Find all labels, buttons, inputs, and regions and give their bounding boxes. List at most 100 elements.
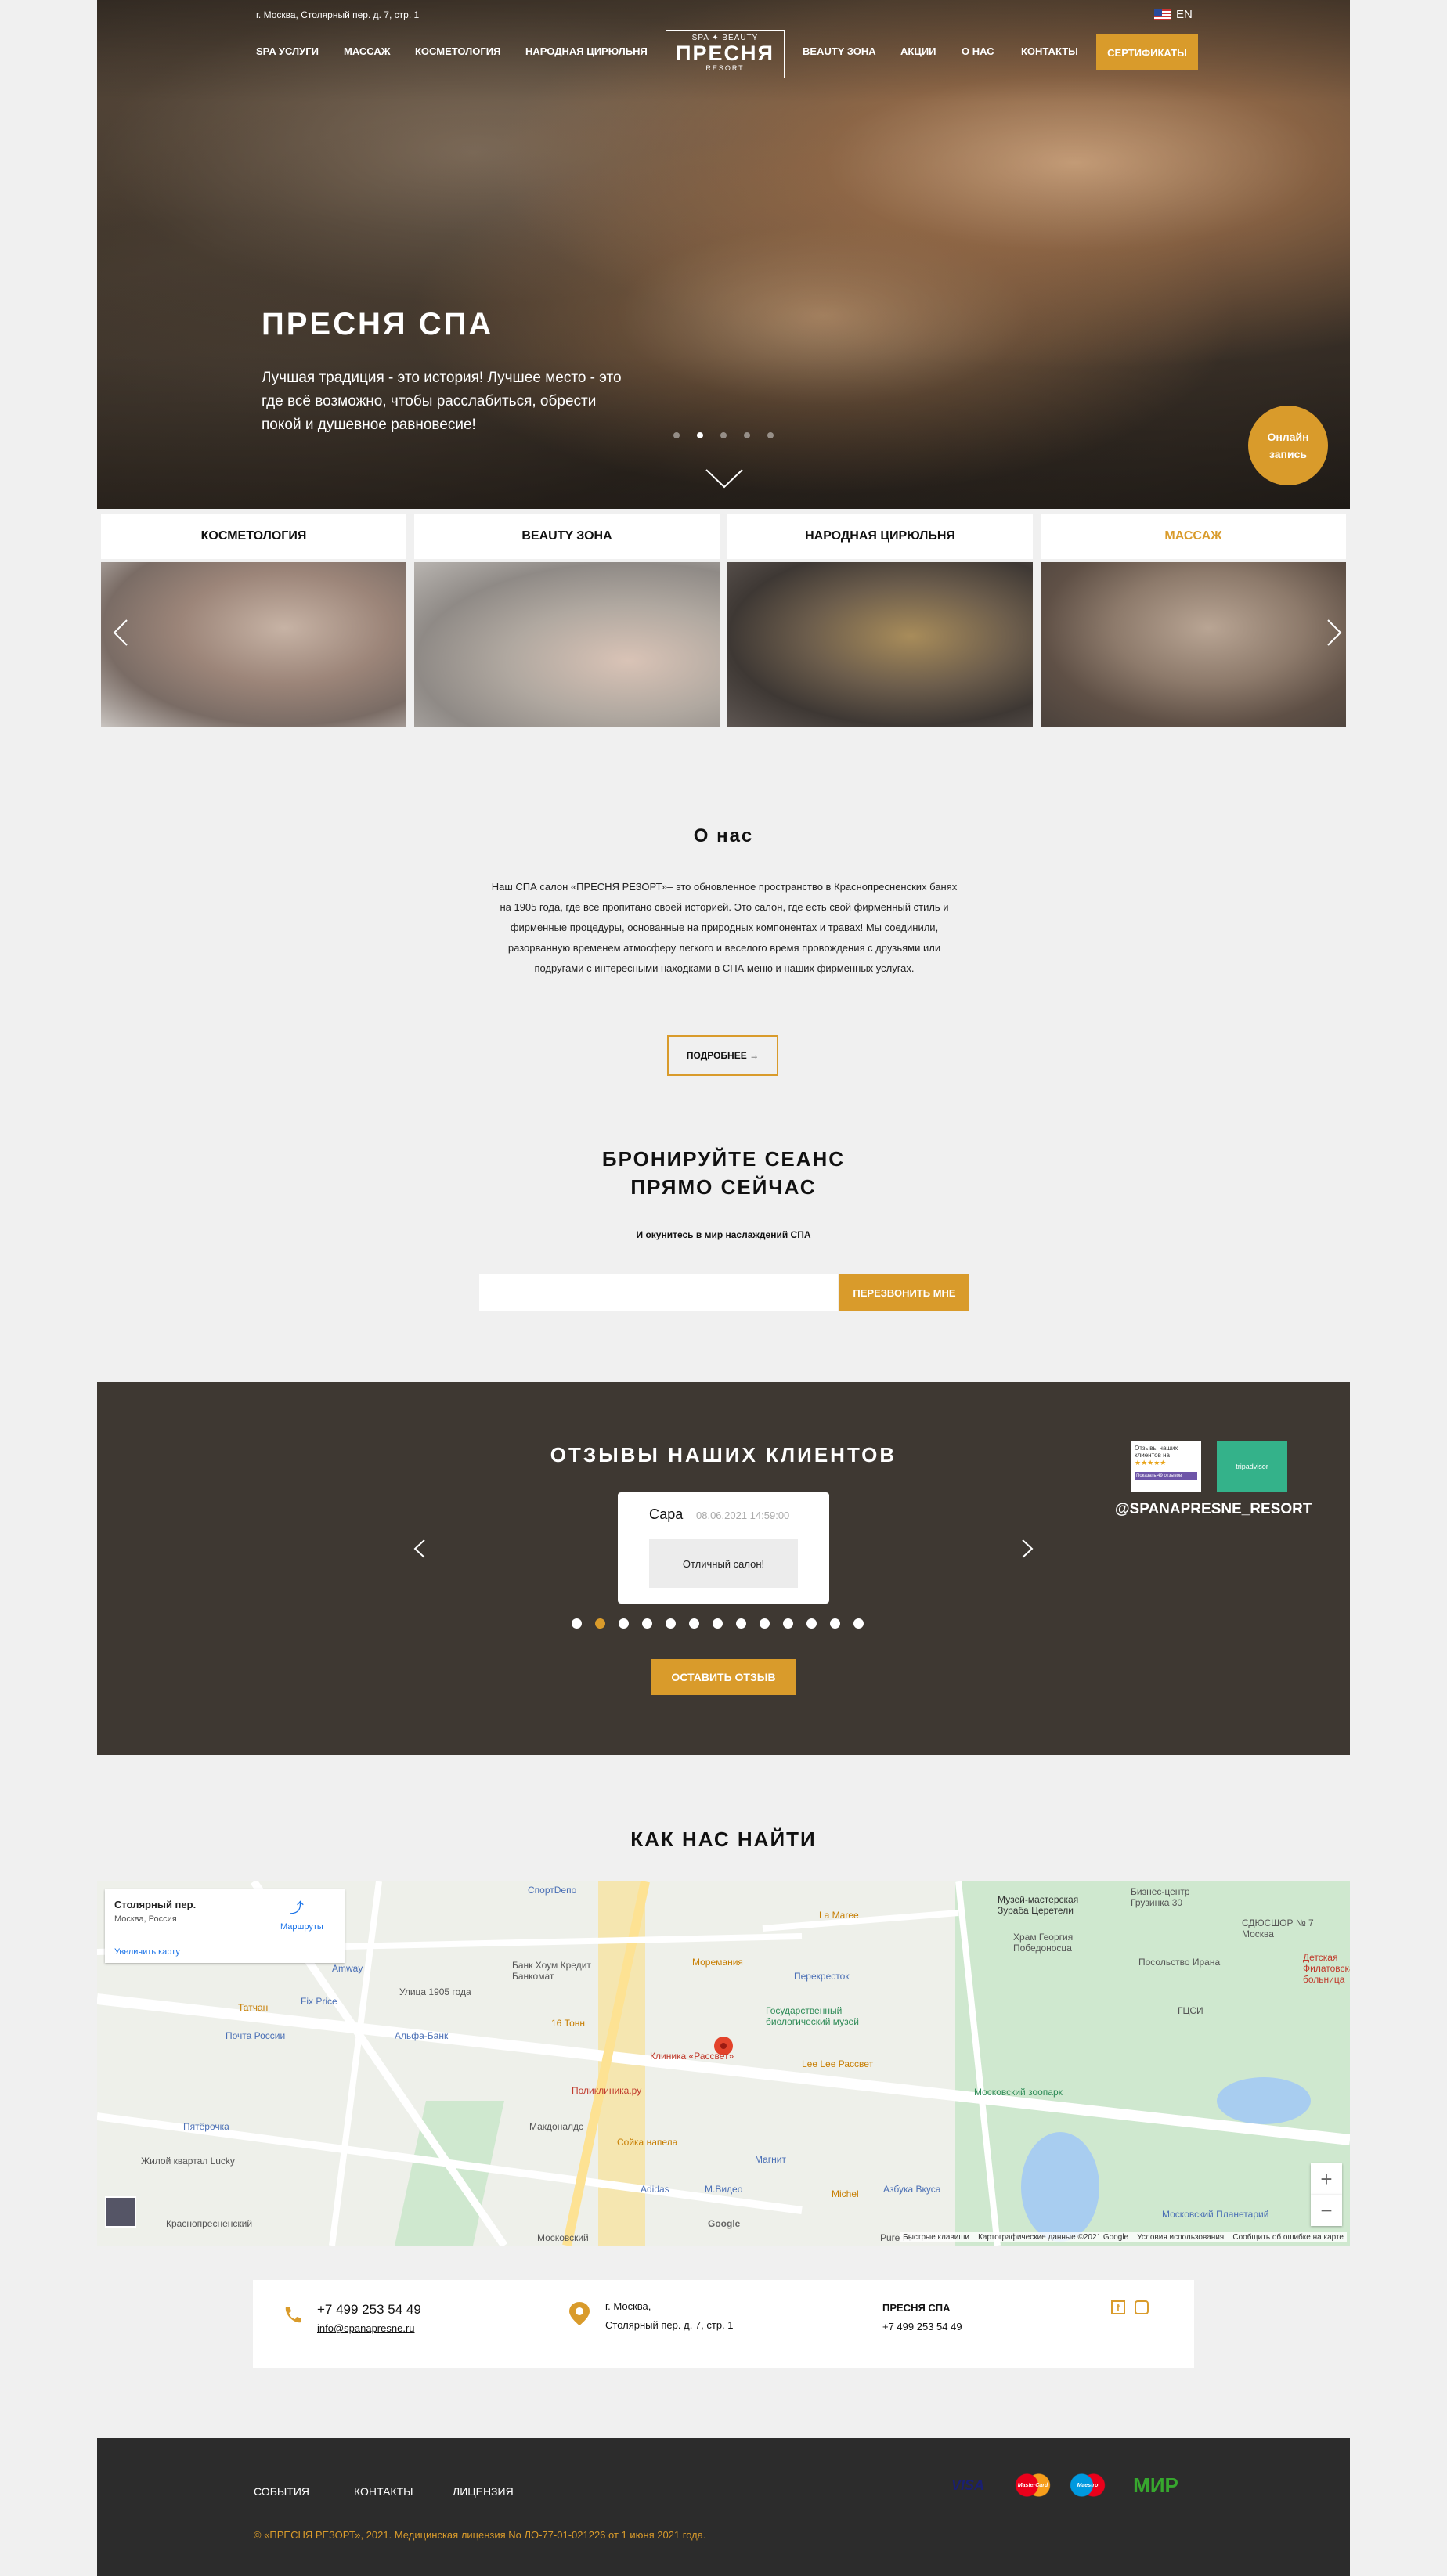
map-label[interactable]: 16 Тонн <box>551 2018 585 2029</box>
map-label[interactable]: Пятёрочка <box>183 2121 229 2132</box>
review-dot-active[interactable] <box>595 1618 605 1629</box>
map-label[interactable]: Магнит <box>755 2154 786 2165</box>
review-dot[interactable] <box>806 1618 817 1629</box>
directions-link[interactable]: Маршруты <box>280 1922 323 1932</box>
map-shortcuts[interactable]: Быстрые клавиши <box>903 2233 969 2242</box>
slider-dot[interactable] <box>673 432 680 438</box>
facebook-icon[interactable]: f <box>1111 2300 1125 2314</box>
review-dot[interactable] <box>760 1618 770 1629</box>
zoom-in-button[interactable]: + <box>1311 2163 1342 2195</box>
map-label[interactable]: Бизнес-центр Грузинка 30 <box>1131 1886 1225 1908</box>
footer-events-link[interactable]: СОБЫТИЯ <box>254 2485 309 2498</box>
scroll-down-icon[interactable] <box>705 467 744 490</box>
map-label[interactable]: Альфа-Банк <box>395 2030 448 2041</box>
footer-contacts-link[interactable]: КОНТАКТЫ <box>354 2485 413 2498</box>
nav-contacts[interactable]: КОНТАКТЫ <box>1021 45 1078 57</box>
contact-brand-phone[interactable]: +7 499 253 54 49 <box>882 2321 962 2332</box>
review-dot[interactable] <box>619 1618 629 1629</box>
enlarge-map-link[interactable]: Увеличить карту <box>114 1947 180 1957</box>
review-dot[interactable] <box>713 1618 723 1629</box>
slider-dot[interactable] <box>744 432 750 438</box>
map-label[interactable]: Посольство Ирана <box>1138 1957 1220 1968</box>
map-label[interactable]: Московский зоопарк <box>974 2087 1063 2098</box>
phone-input[interactable] <box>479 1274 838 1311</box>
nav-spa-services[interactable]: SPA УСЛУГИ <box>256 45 319 57</box>
map-label[interactable]: Краснопресненский <box>166 2218 252 2229</box>
category-card-beauty[interactable]: BEAUTY ЗОНА <box>414 514 720 730</box>
slider-dot-active[interactable] <box>697 432 703 438</box>
category-card-cosmetology[interactable]: КОСМЕТОЛОГИЯ <box>101 514 406 730</box>
map-label[interactable]: La Maree <box>819 1910 859 1921</box>
map-label[interactable]: Поликлиника.ру <box>572 2085 641 2096</box>
map-label[interactable]: Amway <box>332 1963 363 1974</box>
reviews-next-icon[interactable] <box>1021 1539 1034 1559</box>
map-label[interactable]: Макдоналдс <box>529 2121 583 2132</box>
reviews-badge[interactable]: Отзывы наших клиентов на ★★★★★ Показать … <box>1131 1441 1201 1492</box>
map-label[interactable]: Музей-мастерская Зураба Церетели <box>998 1894 1099 1916</box>
nav-massage[interactable]: МАССАЖ <box>344 45 390 57</box>
carousel-prev-icon[interactable] <box>113 619 128 647</box>
map-report[interactable]: Сообщить об ошибке на карте <box>1232 2233 1344 2242</box>
map-label[interactable]: М.Видео <box>705 2184 742 2195</box>
map-label[interactable]: Lee Lee Рассвет <box>802 2058 873 2069</box>
review-dot[interactable] <box>642 1618 652 1629</box>
zoom-out-button[interactable]: − <box>1311 2195 1342 2226</box>
slider-dot[interactable] <box>767 432 774 438</box>
category-card-barbershop[interactable]: НАРОДНАЯ ЦИРЮЛЬНЯ <box>727 514 1033 730</box>
category-card-massage[interactable]: МАССАЖ <box>1041 514 1346 730</box>
review-dot[interactable] <box>853 1618 864 1629</box>
certificates-button[interactable]: СЕРТИФИКАТЫ <box>1096 34 1198 70</box>
map-label[interactable]: Государственный биологический музей <box>766 2005 860 2027</box>
review-dot[interactable] <box>736 1618 746 1629</box>
map-label[interactable]: Michel <box>832 2188 859 2199</box>
map-label[interactable]: Моремания <box>692 1957 743 1968</box>
language-switch[interactable]: EN <box>1154 8 1193 21</box>
map-label[interactable]: Банк Хоум Кредит Банкомат <box>512 1960 614 1982</box>
directions-icon[interactable]: ⤴ <box>287 1897 307 1916</box>
map-label[interactable]: Adidas <box>641 2184 669 2195</box>
map-label[interactable]: Московский <box>537 2232 589 2243</box>
map-label[interactable]: СпортDепо <box>528 1885 576 1896</box>
map-label[interactable]: Детская Филатовская больница <box>1303 1952 1350 1985</box>
nav-cosmetology[interactable]: КОСМЕТОЛОГИЯ <box>415 45 500 57</box>
google-map[interactable]: Столярный пер. Москва, Россия Увеличить … <box>97 1881 1350 2246</box>
map-label[interactable]: Сойка напела <box>617 2137 677 2148</box>
nav-beauty-zone[interactable]: BEAUTY ЗОНА <box>803 45 876 57</box>
contact-phone[interactable]: +7 499 253 54 49 <box>317 2302 421 2318</box>
map-label[interactable]: Московский Планетарий <box>1162 2209 1268 2220</box>
leave-review-button[interactable]: ОСТАВИТЬ ОТЗЫВ <box>651 1659 796 1695</box>
map-label[interactable]: Почта России <box>226 2030 285 2041</box>
review-dot[interactable] <box>666 1618 676 1629</box>
nav-promotions[interactable]: АКЦИИ <box>900 45 936 57</box>
map-label[interactable]: Жилой квартал Lucky <box>141 2156 235 2167</box>
map-label[interactable]: Татчан <box>238 2002 268 2013</box>
map-label[interactable]: СДЮСШОР № 7 Москва <box>1242 1918 1328 1939</box>
map-terms[interactable]: Условия использования <box>1137 2233 1224 2242</box>
carousel-next-icon[interactable] <box>1326 619 1342 647</box>
review-dot[interactable] <box>783 1618 793 1629</box>
map-label[interactable]: ГЦСИ <box>1178 2005 1203 2016</box>
reviews-prev-icon[interactable] <box>413 1539 426 1559</box>
nav-barbershop[interactable]: НАРОДНАЯ ЦИРЮЛЬНЯ <box>525 45 648 57</box>
map-label[interactable]: Азбука Вкуса <box>883 2184 940 2195</box>
map-label[interactable]: Храм Георгия Победоносца <box>1013 1932 1099 1954</box>
nav-about[interactable]: О НАС <box>962 45 994 57</box>
site-logo[interactable]: SPA ✦ BEAUTY ПРЕСНЯ RESORT <box>666 30 785 78</box>
more-button[interactable]: ПОДРОБНЕЕ → <box>667 1035 778 1076</box>
callback-button[interactable]: ПЕРЕЗВОНИТЬ МНЕ <box>839 1274 969 1311</box>
online-booking-button[interactable]: Онлайн запись <box>1248 406 1328 485</box>
contact-email[interactable]: info@spanapresne.ru <box>317 2322 415 2334</box>
review-dot[interactable] <box>830 1618 840 1629</box>
map-label[interactable]: Клиника «Рассвет» <box>650 2051 734 2062</box>
map-label[interactable]: Fix Price <box>301 1996 337 2007</box>
map-label[interactable]: Перекресток <box>794 1971 850 1982</box>
review-dot[interactable] <box>689 1618 699 1629</box>
map-label[interactable]: Улица 1905 года <box>399 1986 471 1997</box>
tripadvisor-badge[interactable]: tripadvisor <box>1217 1441 1287 1492</box>
instagram-icon[interactable] <box>1135 2300 1149 2314</box>
instagram-handle[interactable]: @SPANAPRESNE_RESORT <box>1115 1501 1312 1518</box>
slider-dot[interactable] <box>720 432 727 438</box>
review-dot[interactable] <box>572 1618 582 1629</box>
footer-license-link[interactable]: ЛИЦЕНЗИЯ <box>453 2485 514 2498</box>
satellite-toggle[interactable] <box>105 2196 136 2228</box>
